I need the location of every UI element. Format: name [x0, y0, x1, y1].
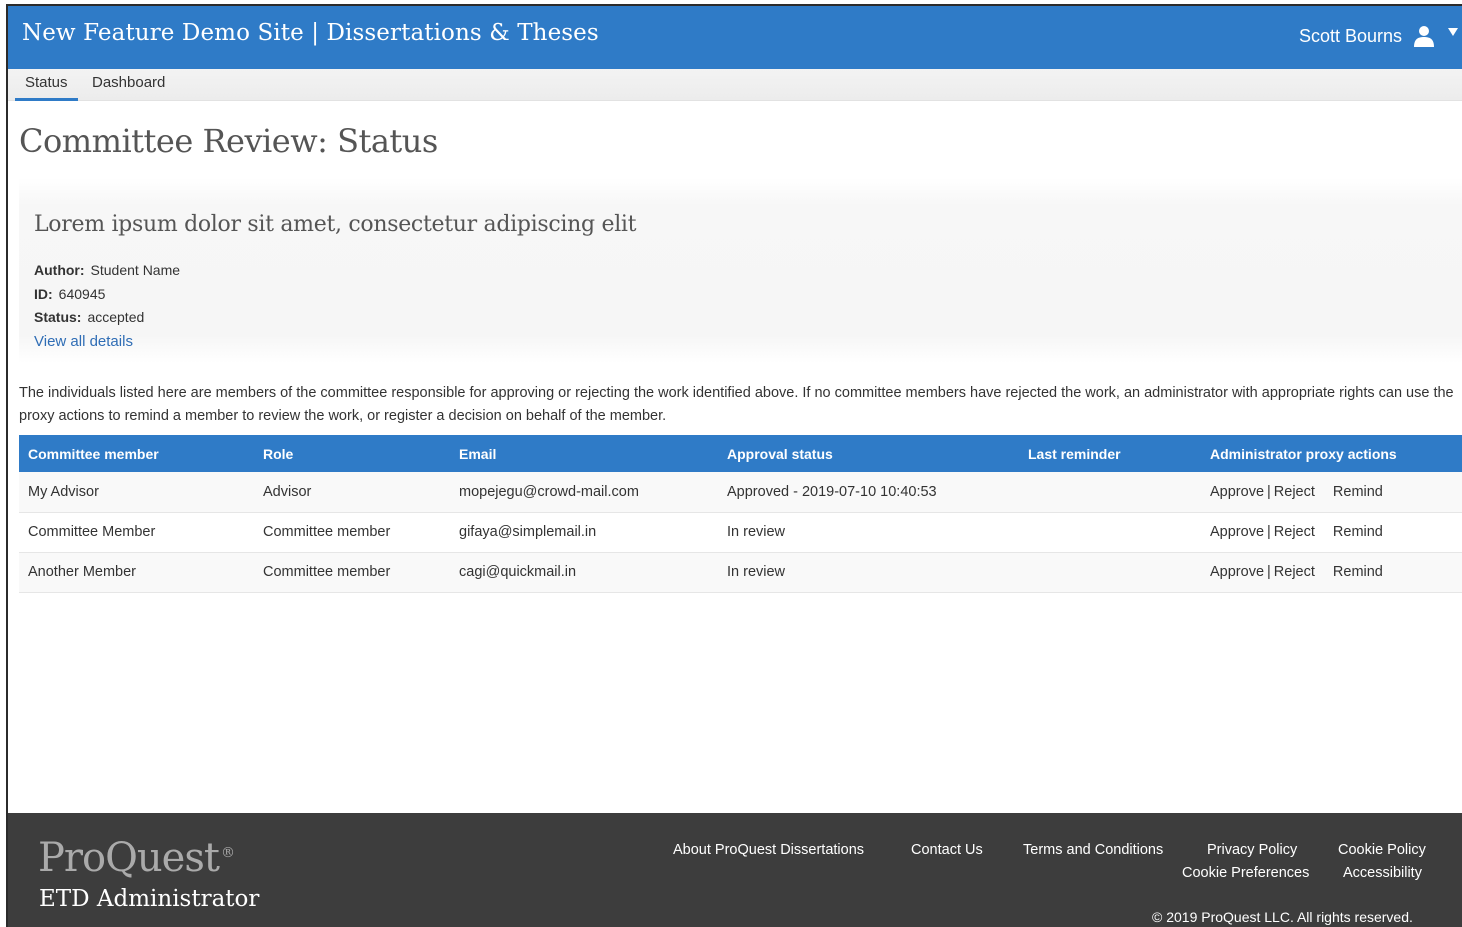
table-row: Committee Member Committee member gifaya… — [19, 512, 1462, 552]
remind-button[interactable]: Remind — [1333, 484, 1383, 500]
tab-status[interactable]: Status — [15, 69, 78, 101]
cell-proxy-actions: Approve | Reject Remind — [1201, 472, 1462, 512]
cell-email: gifaya@simplemail.in — [459, 524, 597, 540]
approve-button[interactable]: Approve — [1210, 564, 1264, 580]
cell-proxy-actions: Approve | Reject Remind — [1201, 552, 1462, 592]
author-value: Student Name — [90, 262, 181, 278]
col-committee-member: Committee member — [28, 445, 159, 462]
cell-email: mopejegu@crowd-mail.com — [459, 483, 639, 500]
view-all-details-link[interactable]: View all details — [34, 333, 133, 350]
site-title[interactable]: New Feature Demo Site | Dissertations & … — [22, 20, 599, 46]
reject-button[interactable]: Reject — [1274, 484, 1315, 500]
cell-role: Committee member — [263, 524, 391, 540]
committee-table: Committee member Role Email Approval sta… — [19, 435, 1462, 593]
cell-member: Another Member — [28, 564, 136, 580]
cell-approval-status: In review — [727, 524, 786, 540]
cell-proxy-actions: Approve | Reject Remind — [1201, 512, 1462, 552]
id-value: 640945 — [58, 286, 106, 302]
footer-link-accessibility[interactable]: Accessibility — [1343, 865, 1422, 881]
intro-text: The individuals listed here are members … — [19, 385, 1454, 424]
id-label: ID: — [34, 286, 53, 302]
footer-link-contact[interactable]: Contact Us — [911, 842, 983, 858]
id-field: ID: 640945 — [34, 286, 105, 302]
action-separator: | — [1267, 564, 1271, 580]
footer-link-terms[interactable]: Terms and Conditions — [1023, 842, 1163, 858]
cell-role: Advisor — [263, 483, 312, 500]
footer-link-cookie-preferences[interactable]: Cookie Preferences — [1182, 865, 1309, 881]
product-name: ETD Administrator — [39, 886, 260, 912]
remind-button[interactable]: Remind — [1333, 564, 1383, 580]
approve-button[interactable]: Approve — [1210, 484, 1264, 500]
tab-bar: Status Dashboard — [8, 69, 1462, 101]
cell-role: Committee member — [263, 564, 391, 580]
copyright-text: © 2019 ProQuest LLC. All rights reserved… — [1152, 909, 1413, 925]
approve-button[interactable]: Approve — [1210, 524, 1264, 540]
footer-link-privacy[interactable]: Privacy Policy — [1207, 842, 1297, 858]
reject-button[interactable]: Reject — [1274, 524, 1315, 540]
cell-approval-status: Approved - 2019-07-10 10:40:53 — [727, 483, 937, 500]
reject-button[interactable]: Reject — [1274, 564, 1315, 580]
chevron-down-icon[interactable] — [1448, 28, 1458, 36]
top-bar: New Feature Demo Site | Dissertations & … — [8, 6, 1462, 69]
action-separator: | — [1267, 524, 1271, 540]
col-approval-status: Approval status — [727, 445, 833, 462]
work-title: Lorem ipsum dolor sit amet, consectetur … — [34, 212, 637, 237]
tab-dashboard[interactable]: Dashboard — [82, 69, 175, 101]
logo-text: ProQuest — [38, 835, 220, 881]
cell-approval-status: In review — [727, 564, 786, 580]
table-header-row: Committee member Role Email Approval sta… — [19, 435, 1462, 472]
user-menu[interactable]: Scott Bourns — [1299, 24, 1458, 48]
status-label: Status: — [34, 309, 82, 325]
footer: ProQuest ® ETD Administrator About ProQue… — [8, 813, 1462, 927]
cell-last-reminder — [1019, 512, 1201, 552]
cell-email: cagi@quickmail.in — [459, 564, 577, 580]
cell-last-reminder — [1019, 552, 1201, 592]
cell-member: Committee Member — [28, 524, 156, 540]
status-field: Status: accepted — [34, 309, 144, 325]
footer-link-about[interactable]: About ProQuest Dissertations — [673, 842, 864, 858]
col-proxy-actions: Administrator proxy actions — [1210, 445, 1397, 462]
table-row: Another Member Committee member cagi@qui… — [19, 552, 1462, 592]
proquest-logo: ProQuest ® — [38, 835, 235, 881]
status-value: accepted — [87, 309, 145, 325]
cell-last-reminder — [1019, 472, 1201, 512]
col-role: Role — [263, 445, 294, 462]
footer-link-cookie-policy[interactable]: Cookie Policy — [1338, 842, 1426, 858]
action-separator: | — [1267, 483, 1271, 500]
remind-button[interactable]: Remind — [1333, 524, 1383, 540]
registered-mark: ® — [220, 844, 235, 861]
col-last-reminder: Last reminder — [1028, 445, 1121, 462]
work-summary-panel: Lorem ipsum dolor sit amet, consectetur … — [19, 178, 1462, 363]
author-field: Author: Student Name — [34, 262, 180, 278]
user-name[interactable]: Scott Bourns — [1299, 26, 1402, 47]
cell-member: My Advisor — [28, 483, 99, 500]
table-row: My Advisor Advisor mopejegu@crowd-mail.c… — [19, 472, 1462, 512]
col-email: Email — [459, 445, 497, 462]
author-label: Author: — [34, 262, 85, 278]
user-icon[interactable] — [1412, 24, 1436, 48]
page-title: Committee Review: Status — [19, 122, 438, 160]
app-frame: New Feature Demo Site | Dissertations & … — [6, 4, 1462, 927]
